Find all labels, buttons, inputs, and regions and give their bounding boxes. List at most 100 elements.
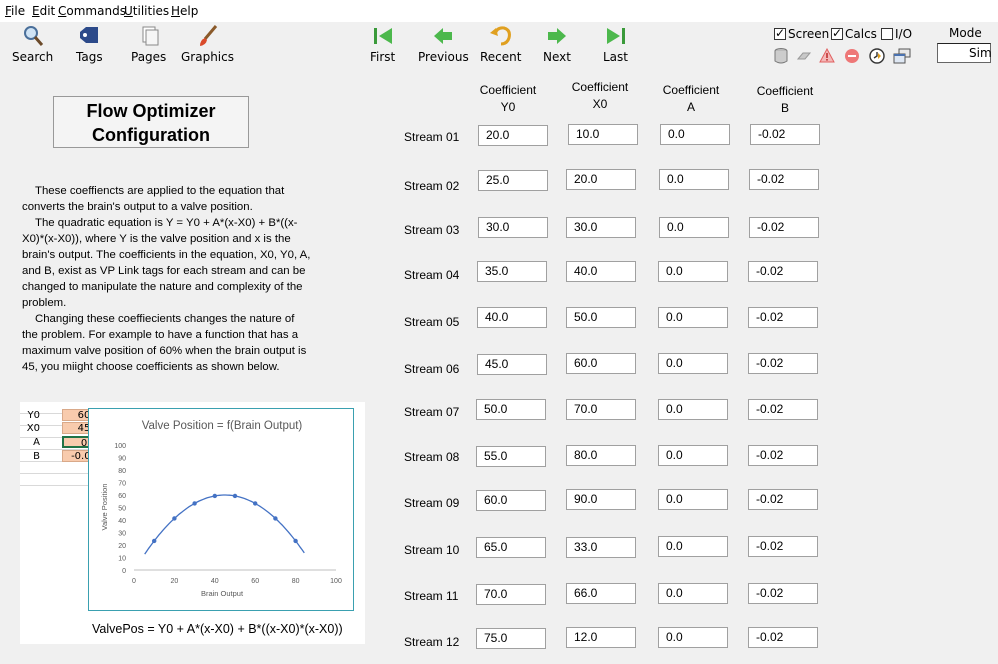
stream-08-b-field[interactable]: -0.02 [748, 445, 818, 466]
stream-02-a-field[interactable]: 0.0 [659, 169, 729, 190]
menu-help[interactable]: Help [171, 4, 198, 18]
previous-icon [434, 28, 453, 44]
stream-12-y0-field[interactable]: 75.0 [476, 628, 546, 649]
stream-label: Stream 12 [404, 635, 460, 649]
stream-08-x0-field[interactable]: 80.0 [566, 445, 636, 466]
menu-commands[interactable]: Commands [58, 4, 126, 18]
stream-01-a-field[interactable]: 0.0 [660, 124, 730, 145]
stream-03-b-field[interactable]: -0.02 [749, 217, 819, 238]
stream-09-a-field[interactable]: 0.0 [658, 489, 728, 510]
next-icon [547, 28, 566, 44]
stream-08-a-field[interactable]: 0.0 [658, 445, 728, 466]
next-button[interactable]: Next [543, 24, 571, 64]
stream-03-a-field[interactable]: 0.0 [659, 217, 729, 238]
stream-01-x0-field[interactable]: 10.0 [568, 124, 638, 145]
stream-09-y0-field[interactable]: 60.0 [476, 490, 546, 511]
mode-sim-button[interactable]: Sim [937, 43, 992, 63]
x-tick-label: 80 [292, 578, 300, 585]
clock-icon[interactable] [869, 48, 885, 64]
stream-04-x0-field[interactable]: 40.0 [566, 261, 636, 282]
stop-icon[interactable] [844, 48, 860, 64]
stream-05-b-field[interactable]: -0.02 [748, 307, 818, 328]
stream-06-x0-field[interactable]: 60.0 [566, 353, 636, 374]
stream-06-b-field[interactable]: -0.02 [748, 353, 818, 374]
graphics-button[interactable]: Graphics [181, 24, 234, 64]
stream-01-b-field[interactable]: -0.02 [750, 124, 820, 145]
menu-utilities[interactable]: Utilities [124, 4, 169, 18]
stream-05-a-field[interactable]: 0.0 [658, 307, 728, 328]
graphics-label: Graphics [181, 50, 234, 64]
stream-02-y0-field[interactable]: 25.0 [478, 170, 548, 191]
stream-07-b-field[interactable]: -0.02 [748, 399, 818, 420]
series-line [144, 494, 305, 555]
stream-10-x0-field[interactable]: 33.0 [566, 537, 636, 558]
screen-checkbox[interactable]: Screen [774, 26, 829, 41]
stream-07-a-field[interactable]: 0.0 [658, 399, 728, 420]
stream-05-x0-field[interactable]: 50.0 [566, 307, 636, 328]
recent-label: Recent [480, 50, 522, 64]
sheet-label-y0: Y0 [27, 410, 40, 421]
chart-title: Valve Position = f(Brain Output) [142, 420, 303, 432]
menu-bar: File Edit Commands Utilities Help [0, 0, 998, 22]
sheet-row-line [20, 462, 88, 474]
menu-edit[interactable]: Edit [32, 4, 55, 18]
stream-label: Stream 07 [404, 405, 460, 419]
stream-12-a-field[interactable]: 0.0 [658, 627, 728, 648]
calcs-check-box[interactable] [831, 26, 843, 40]
y-tick-label: 60 [118, 493, 126, 500]
calcs-checkbox[interactable]: Calcs [831, 26, 877, 41]
stream-06-a-field[interactable]: 0.0 [658, 353, 728, 374]
toolbar: Search Tags Pages Graphics First Previou… [0, 22, 998, 68]
page-title-line2: Configuration [92, 125, 210, 145]
stream-11-y0-field[interactable]: 70.0 [476, 584, 546, 605]
io-check-box[interactable] [881, 28, 893, 40]
pages-button[interactable]: Pages [131, 24, 166, 64]
stream-04-y0-field[interactable]: 35.0 [477, 261, 547, 282]
stream-08-y0-field[interactable]: 55.0 [476, 446, 546, 467]
last-button[interactable]: Last [603, 24, 628, 64]
data-point [212, 493, 217, 499]
stream-03-y0-field[interactable]: 30.0 [478, 217, 548, 238]
tags-button[interactable]: Tags [76, 24, 103, 64]
x-tick-label: 60 [251, 578, 259, 585]
stream-11-a-field[interactable]: 0.0 [658, 583, 728, 604]
stream-04-a-field[interactable]: 0.0 [658, 261, 728, 282]
io-checkbox-label: I/O [895, 27, 913, 41]
previous-button[interactable]: Previous [418, 24, 469, 64]
stream-11-x0-field[interactable]: 66.0 [566, 583, 636, 604]
x-axis-label: Brain Output [201, 589, 244, 598]
stream-02-x0-field[interactable]: 20.0 [566, 169, 636, 190]
stream-05-y0-field[interactable]: 40.0 [477, 307, 547, 328]
search-button[interactable]: Search [12, 24, 53, 64]
stream-label: Stream 01 [404, 130, 460, 144]
stream-12-b-field[interactable]: -0.02 [748, 627, 818, 648]
stream-10-y0-field[interactable]: 65.0 [476, 537, 546, 558]
stream-label: Stream 06 [404, 362, 460, 376]
recent-button[interactable]: Recent [480, 24, 521, 64]
stream-10-a-field[interactable]: 0.0 [658, 536, 728, 557]
column-header-b: Coefficient B [749, 83, 821, 117]
stream-04-b-field[interactable]: -0.02 [748, 261, 818, 282]
stream-10-b-field[interactable]: -0.02 [748, 536, 818, 557]
y-tick-label: 70 [118, 481, 126, 488]
search-icon [23, 26, 43, 46]
link-icon[interactable] [796, 49, 812, 63]
stream-09-b-field[interactable]: -0.02 [748, 489, 818, 510]
first-button[interactable]: First [370, 24, 395, 64]
io-checkbox[interactable]: I/O [881, 27, 912, 41]
screen-check-box[interactable] [774, 26, 786, 40]
database-icon[interactable] [774, 48, 788, 64]
stream-02-b-field[interactable]: -0.02 [749, 169, 819, 190]
stream-09-x0-field[interactable]: 90.0 [566, 489, 636, 510]
stream-12-x0-field[interactable]: 12.0 [566, 627, 636, 648]
menu-file[interactable]: File [5, 4, 25, 18]
warning-icon[interactable] [819, 48, 835, 63]
stream-06-y0-field[interactable]: 45.0 [477, 354, 547, 375]
windows-icon[interactable] [893, 48, 911, 64]
stream-11-b-field[interactable]: -0.02 [748, 583, 818, 604]
stream-07-y0-field[interactable]: 50.0 [476, 399, 546, 420]
stream-03-x0-field[interactable]: 30.0 [566, 217, 636, 238]
y-tick-label: 30 [118, 531, 126, 538]
stream-07-x0-field[interactable]: 70.0 [566, 399, 636, 420]
stream-01-y0-field[interactable]: 20.0 [478, 125, 548, 146]
